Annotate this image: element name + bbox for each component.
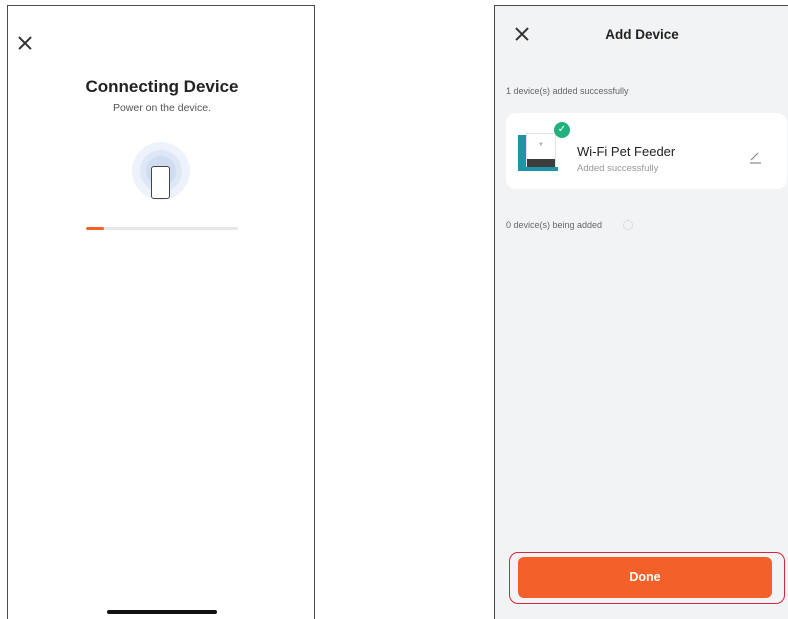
device-status: Added successfully	[577, 163, 659, 174]
device-card[interactable]: ▼ ✓ Wi-Fi Pet Feeder Added successfully	[506, 113, 787, 189]
spinner-icon	[623, 220, 633, 230]
pet-feeder-image: ▼	[518, 129, 558, 173]
adding-count-label: 0 device(s) being added	[506, 220, 603, 230]
home-indicator[interactable]	[107, 610, 217, 614]
page-subtitle: Power on the device.	[112, 102, 212, 114]
phone-icon	[151, 166, 170, 199]
device-name: Wi-Fi Pet Feeder	[577, 144, 676, 159]
page-title: Add Device	[605, 27, 679, 42]
page-title: Connecting Device	[85, 77, 239, 96]
close-icon[interactable]	[18, 36, 32, 50]
edit-icon[interactable]	[747, 149, 763, 165]
added-count-label: 1 device(s) added successfully	[506, 86, 629, 96]
progress-fill	[86, 227, 105, 230]
done-button[interactable]: Done	[518, 557, 772, 598]
add-device-screen: Add Device 1 device(s) added successfull…	[494, 5, 788, 619]
connecting-device-screen: Connecting Device Power on the device.	[7, 5, 315, 619]
check-icon: ✓	[554, 122, 570, 138]
connection-progress-bar	[86, 227, 238, 230]
